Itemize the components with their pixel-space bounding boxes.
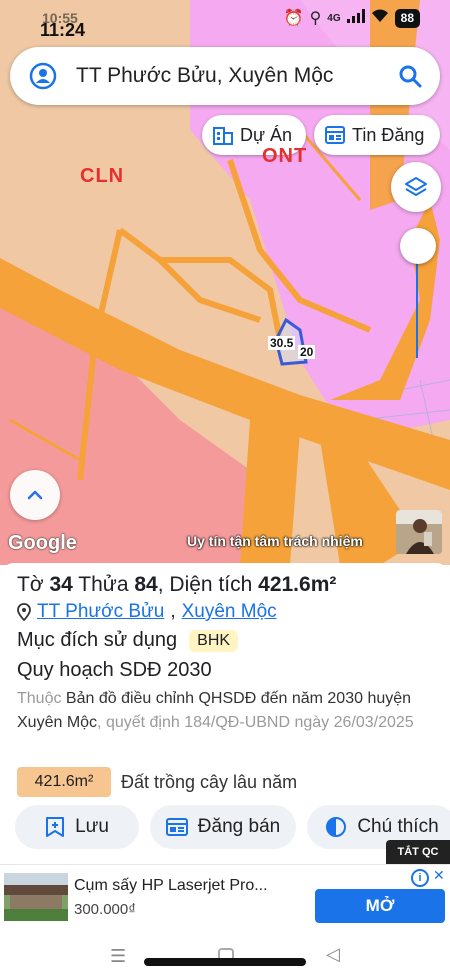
opacity-slider-knob[interactable] bbox=[400, 228, 436, 264]
chip-tin-dang[interactable]: Tin Đăng bbox=[314, 115, 440, 155]
listing-icon bbox=[165, 818, 188, 836]
search-input[interactable]: TT Phước Bửu, Xuyên Mộc bbox=[76, 64, 398, 88]
purpose-label: Mục đích sử dụng bbox=[17, 629, 178, 651]
building-icon bbox=[213, 127, 233, 145]
ad-image[interactable] bbox=[4, 873, 68, 921]
zone-label-cln: CLN bbox=[80, 165, 125, 187]
battery-indicator: 88 bbox=[394, 8, 420, 28]
google-logo: Google bbox=[8, 532, 77, 554]
expand-up-button[interactable] bbox=[10, 470, 60, 520]
ward-link[interactable]: TT Phước Bửu bbox=[37, 601, 164, 623]
half-circle-icon bbox=[326, 817, 347, 837]
opacity-slider-track[interactable] bbox=[416, 262, 418, 358]
slogan-text: Uy tín tận tâm trách nhiệm bbox=[187, 533, 363, 549]
land-type-row: 421.6m² Đất trồng cây lâu năm bbox=[17, 767, 297, 797]
sheet-number: 34 bbox=[49, 573, 73, 596]
status-time: 11:24 bbox=[40, 20, 86, 40]
network-icon: 4G bbox=[327, 12, 341, 24]
status-bar: 10:55 11:24 ⏰ ⚲ 4G 88 bbox=[0, 0, 450, 44]
person-photo-icon bbox=[396, 510, 442, 554]
signal-icon bbox=[346, 8, 365, 28]
address-row: TT Phước Bửu, Xuyên Mộc bbox=[17, 601, 277, 623]
wifi-icon bbox=[371, 9, 389, 28]
ad-title[interactable]: Cụm sấy HP Laserjet Pro... bbox=[74, 877, 268, 895]
back-icon[interactable]: ◁ bbox=[326, 944, 340, 965]
land-type-area-badge: 421.6m² bbox=[17, 767, 111, 797]
desc-suffix: , quyết định 184/QĐ-UBND ngày 26/03/2025 bbox=[97, 714, 414, 731]
post-sale-button[interactable]: Đăng bán bbox=[150, 805, 296, 849]
save-button-label: Lưu bbox=[75, 816, 109, 837]
zone-label-ont: ONT bbox=[262, 145, 308, 167]
save-button[interactable]: Lưu bbox=[15, 805, 139, 849]
gesture-pill[interactable] bbox=[144, 958, 306, 966]
title-comma: , bbox=[157, 573, 164, 596]
listing-icon bbox=[325, 126, 345, 144]
search-icon[interactable] bbox=[398, 64, 422, 88]
area-label: Diện tích bbox=[169, 573, 253, 596]
product-photo-icon bbox=[4, 873, 68, 921]
layers-button[interactable] bbox=[391, 162, 441, 212]
address-comma: , bbox=[170, 601, 176, 622]
parcel-info-panel: Tờ 34 Thửa 84, Diện tích 421.6m² TT Phướ… bbox=[0, 563, 450, 863]
map-view[interactable]: 10:55 11:24 ⏰ ⚲ 4G 88 TT Phước Bửu, Xuyê… bbox=[0, 0, 450, 565]
chip-tin-dang-label: Tin Đăng bbox=[352, 124, 425, 145]
legend-button-label: Chú thích bbox=[357, 816, 439, 837]
plot-number: 84 bbox=[134, 573, 158, 596]
parcel-dimension-label: 20 bbox=[298, 345, 316, 359]
plot-label: Thửa bbox=[78, 573, 129, 596]
location-icon: ⚲ bbox=[309, 10, 322, 27]
alarm-icon: ⏰ bbox=[283, 10, 304, 27]
my-location-icon[interactable] bbox=[28, 61, 58, 91]
status-icons: ⏰ ⚲ 4G 88 bbox=[284, 8, 420, 28]
purpose-code-badge: BHK bbox=[189, 629, 239, 652]
search-bar[interactable]: TT Phước Bửu, Xuyên Mộc bbox=[10, 47, 440, 105]
agent-thumbnail[interactable] bbox=[396, 510, 442, 554]
desc-prefix: Thuộc bbox=[17, 690, 62, 707]
ad-info-icon[interactable]: i bbox=[411, 869, 429, 887]
close-ad-button[interactable]: TẮT QC bbox=[386, 840, 450, 864]
plan-description: Thuộc Bản đồ điều chỉnh QHSDĐ đến năm 20… bbox=[17, 687, 437, 735]
ad-price: 300.000₫ bbox=[74, 901, 136, 918]
parcel-dimension-label: 30.5 bbox=[268, 336, 296, 350]
chip-du-an-label: Dự Án bbox=[240, 124, 293, 145]
purpose-row: Mục đích sử dụng BHK bbox=[17, 629, 239, 652]
ad-open-button[interactable]: MỞ bbox=[315, 889, 445, 923]
recent-apps-icon[interactable]: ☰ bbox=[110, 946, 126, 967]
system-nav-bar: ☰ ◁ bbox=[0, 936, 450, 974]
land-type-name: Đất trồng cây lâu năm bbox=[121, 771, 298, 792]
plan-title: Quy hoạch SDĐ 2030 bbox=[17, 659, 212, 681]
parcel-title: Tờ 34 Thửa 84, Diện tích 421.6m² bbox=[17, 573, 336, 597]
sheet-label: Tờ bbox=[17, 573, 44, 596]
bookmark-add-icon bbox=[46, 817, 65, 837]
ad-dismiss-icon[interactable]: ✕ bbox=[433, 867, 445, 884]
layers-icon bbox=[405, 177, 427, 196]
district-link[interactable]: Xuyên Mộc bbox=[182, 601, 277, 623]
map-pin-icon bbox=[17, 603, 31, 621]
area-value: 421.6m² bbox=[258, 573, 337, 596]
chevron-up-icon bbox=[27, 490, 43, 500]
post-sale-button-label: Đăng bán bbox=[197, 816, 281, 837]
ad-banner[interactable]: Cụm sấy HP Laserjet Pro... 300.000₫ i ✕ … bbox=[0, 864, 450, 928]
